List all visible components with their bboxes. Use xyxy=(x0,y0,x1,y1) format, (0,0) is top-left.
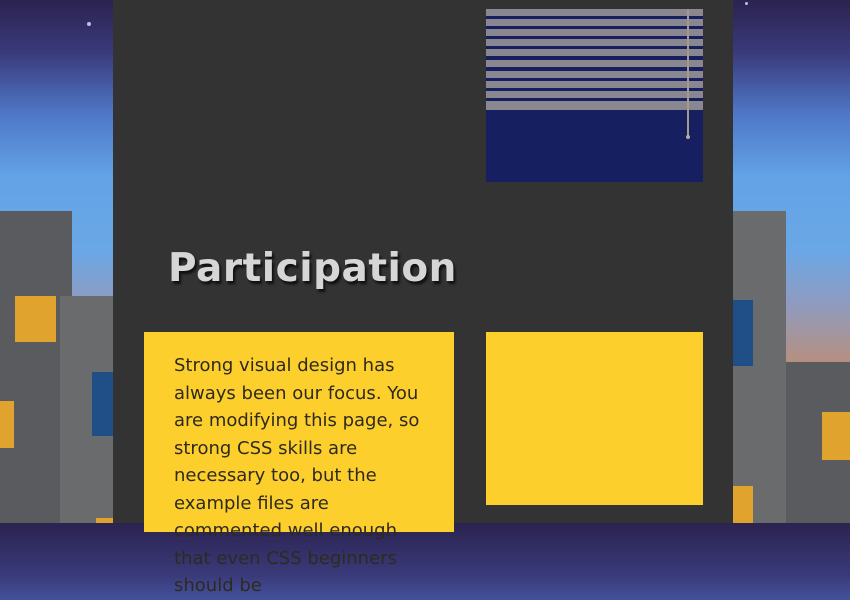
blind-cord xyxy=(687,9,689,137)
window-blinds-illustration xyxy=(486,9,703,182)
blind-slat xyxy=(486,19,703,26)
blind-slat xyxy=(486,9,703,16)
building-window xyxy=(92,372,113,436)
building-window xyxy=(15,296,56,342)
blind-slat xyxy=(486,91,703,98)
side-card xyxy=(486,332,703,505)
blind-cord-knob xyxy=(686,135,690,139)
section-title: Participation xyxy=(168,246,457,291)
blind-slat xyxy=(486,29,703,36)
building-window xyxy=(733,300,753,366)
content-panel: Participation Strong visual design has a… xyxy=(113,0,733,596)
blind-slat xyxy=(486,49,703,56)
star xyxy=(745,2,748,5)
building-right-tall xyxy=(733,211,786,523)
building-window xyxy=(0,401,14,448)
building-window xyxy=(822,412,850,460)
building-window xyxy=(96,518,113,523)
building-window xyxy=(733,486,753,523)
blind-slat xyxy=(486,60,703,67)
section-body: Strong visual design has always been our… xyxy=(174,355,420,596)
text-card: Strong visual design has always been our… xyxy=(144,332,454,596)
blind-slat xyxy=(486,101,703,110)
star xyxy=(87,22,91,26)
blind-slat xyxy=(486,81,703,88)
blind-slat xyxy=(486,71,703,78)
blind-slat xyxy=(486,39,703,46)
